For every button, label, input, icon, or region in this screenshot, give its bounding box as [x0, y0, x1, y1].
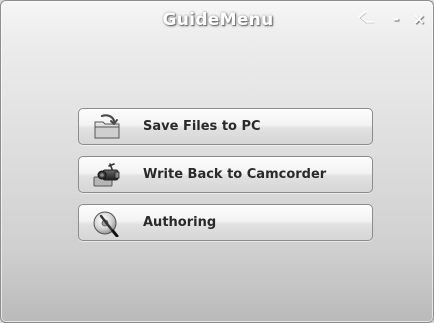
authoring-label: Authoring: [143, 215, 217, 230]
camcorder-icon: [93, 163, 120, 187]
folder-save-icon: [94, 114, 120, 139]
disc-authoring-icon: [93, 211, 119, 237]
wrench-icon: [358, 11, 375, 24]
minimize-button[interactable]: -: [389, 9, 403, 29]
close-button[interactable]: ×: [411, 9, 427, 29]
authoring-button[interactable]: Authoring: [78, 204, 373, 241]
write-back-to-camcorder-button[interactable]: Write Back to Camcorder: [78, 156, 373, 193]
write-back-to-camcorder-label: Write Back to Camcorder: [143, 167, 327, 182]
save-files-to-pc-label: Save Files to PC: [143, 119, 261, 134]
guide-menu-window: GuideMenu - × Save Files to PC Write Bac…: [0, 0, 434, 323]
save-files-to-pc-button[interactable]: Save Files to PC: [78, 108, 373, 145]
settings-button[interactable]: [355, 9, 377, 29]
